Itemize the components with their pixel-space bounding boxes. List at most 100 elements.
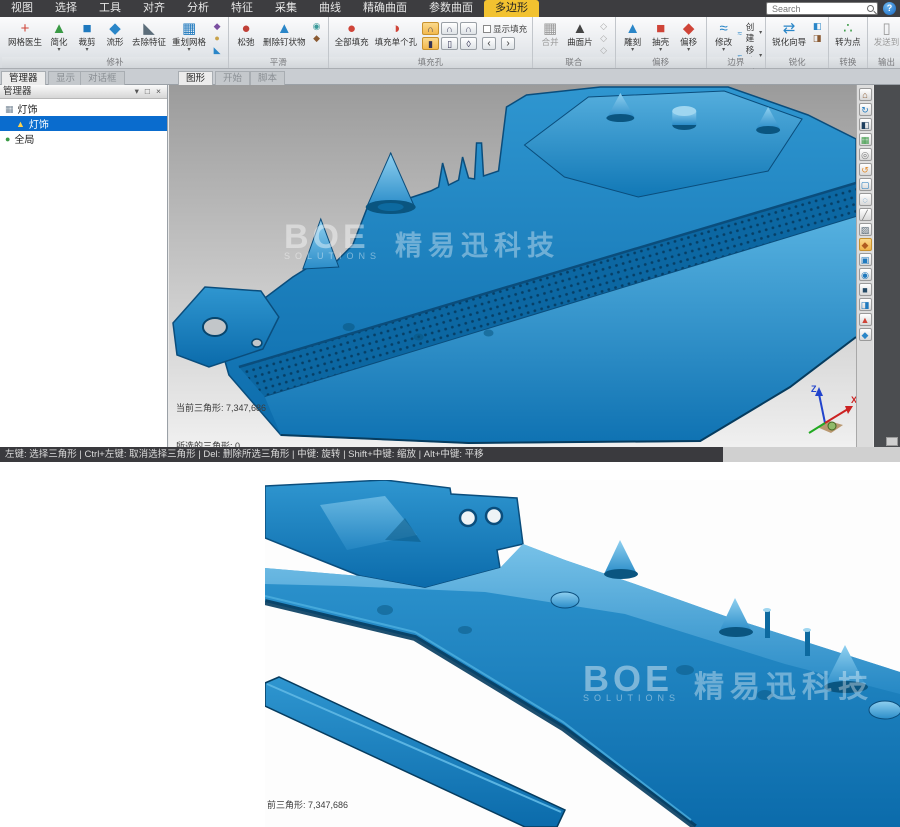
mesh-doctor-button[interactable]: + 网格医生 <box>5 19 45 48</box>
menu-curves[interactable]: 曲线 <box>308 0 352 17</box>
view-tool-icon-13[interactable]: ◉ <box>859 268 872 281</box>
menu-exact-surface[interactable]: 精确曲面 <box>352 0 418 17</box>
menu-capture[interactable]: 采集 <box>264 0 308 17</box>
search-input[interactable] <box>770 3 867 15</box>
fill-options-cluster: ∩ ∩ ∩ 显示填充 ▮ ▯ ◊ ‹ › <box>420 19 529 53</box>
panel-dropdown-icon[interactable]: ▾ <box>132 85 142 98</box>
ribbon-group-offset: ▲ 雕刻 ▾ ■ 抽壳 ▾ ◆ 偏移 ▾ 偏移 <box>616 17 707 68</box>
view-tool-icon-15[interactable]: ◨ <box>859 298 872 311</box>
shell-button[interactable]: ■ 抽壳 ▾ <box>647 19 675 54</box>
dropdown-arrow-icon: ▾ <box>659 47 662 53</box>
current-triangles: 当前三角形: 7,347,686 <box>176 402 266 415</box>
view-tool-icon-11[interactable]: ◆ <box>859 238 872 251</box>
view-tool-icon-1[interactable]: ⌂ <box>859 88 872 101</box>
dropdown-arrow-icon: ▾ <box>86 47 89 53</box>
tree-item-lamp-selected[interactable]: ▲ 灯饰 <box>0 116 167 131</box>
remove-spikes-button[interactable]: ▲ 删除钉状物 <box>260 19 309 48</box>
fill-mode-toggle[interactable]: ▯ <box>441 37 458 50</box>
globe-icon: ● <box>5 134 10 144</box>
modify-boundary-button[interactable]: ≈ 修改 ▾ <box>710 19 738 54</box>
panel-pin-icon[interactable]: □ <box>142 85 153 98</box>
view-tool-icon-14[interactable]: ■ <box>859 283 872 296</box>
show-fill-checkbox[interactable] <box>483 25 491 33</box>
remove-features-button[interactable]: ◣ 去除特征 <box>129 19 169 48</box>
repair-mini-tool-icon[interactable]: ◣ <box>210 45 224 56</box>
offset-button[interactable]: ◆ 偏移 ▾ <box>675 19 703 54</box>
combine-mini-tool-icon: ◇ <box>597 21 611 32</box>
decimate-button[interactable]: ▲ 简化 ▾ <box>45 19 73 54</box>
patch-button[interactable]: ▲ 曲面片 <box>564 19 596 48</box>
ribbon-button-label: 锐化向导 <box>772 38 806 47</box>
prev-hole-button[interactable]: ‹ <box>482 37 496 50</box>
tab-graphics[interactable]: 图形 <box>178 71 213 85</box>
remesh-button[interactable]: ▦ 重划网格 ▾ <box>169 19 209 54</box>
view-tool-icon-9[interactable]: ╱ <box>859 208 872 221</box>
menu-view[interactable]: 视图 <box>0 0 44 17</box>
viewport-3d[interactable]: BOE SOLUTIONS 精易迅科技 当前三角形: 7,347,686 所选的… <box>169 85 856 447</box>
view-tool-icon-10[interactable]: ▨ <box>859 223 872 236</box>
view-tool-icon-7[interactable]: ▢ <box>859 178 872 191</box>
tree-item-global[interactable]: ● 全局 <box>0 131 167 146</box>
repair-mini-tool-icon[interactable]: ● <box>210 33 224 44</box>
view-tool-icon-12[interactable]: ▣ <box>859 253 872 266</box>
tab-start[interactable]: 开始 <box>215 71 250 85</box>
fill-mode-toggle[interactable]: ◊ <box>460 37 477 50</box>
fill-mode-toggle[interactable]: ▮ <box>422 37 439 50</box>
group-label: 转换 <box>829 57 867 68</box>
menu-align[interactable]: 对齐 <box>132 0 176 17</box>
relax-icon: ● <box>242 20 251 38</box>
create-boundary-button[interactable]: ≈ 创建 ▾ <box>738 22 763 44</box>
sharpen-mini-tool-icon[interactable]: ◨ <box>810 33 824 44</box>
smooth-mini-tool-icon[interactable]: ◆ <box>310 33 324 44</box>
ribbon-button-label: 流形 <box>107 38 124 47</box>
convert-to-points-button[interactable]: ∴ 转为点 <box>832 19 864 48</box>
manifold-button[interactable]: ◆ 流形 <box>101 19 129 48</box>
view-tool-icon-17[interactable]: ◆ <box>859 328 872 341</box>
view-tool-icon-4[interactable]: ▦ <box>859 133 872 146</box>
smooth-mini-tool-icon[interactable]: ◉ <box>310 21 324 32</box>
view-tool-icon-8[interactable]: ◌ <box>859 193 872 206</box>
resize-grip[interactable] <box>886 437 898 446</box>
tab-display[interactable]: 显示 <box>48 71 83 85</box>
trim-button[interactable]: ■ 裁剪 ▾ <box>73 19 101 54</box>
repair-mini-tool-icon[interactable]: ◆ <box>210 21 224 32</box>
ribbon-button-label: 网格医生 <box>8 38 42 47</box>
sharpen-mini-tool-icon[interactable]: ◧ <box>810 21 824 32</box>
zoomed-model-mesh[interactable] <box>265 480 900 827</box>
hole-type-toggle[interactable]: ∩ <box>422 22 439 35</box>
view-tool-icon-16[interactable]: ▲ <box>859 313 872 326</box>
relax-button[interactable]: ● 松弛 <box>232 19 260 48</box>
tree-item-label: 灯饰 <box>29 116 49 131</box>
tab-manager[interactable]: 管理器 <box>1 71 46 85</box>
fill-single-button[interactable]: ◑ 填充单个孔 <box>372 19 421 48</box>
hole-type-toggle[interactable]: ∩ <box>441 22 458 35</box>
tree-item-lamp[interactable]: ▦ 灯饰 <box>0 101 167 116</box>
model-manager-panel: 管理器 ▾ □ × ▦ 灯饰 ▲ 灯饰 ● 全局 <box>0 85 168 447</box>
ribbon-button-label: 合并 <box>542 38 559 47</box>
view-tool-icon-3[interactable]: ◧ <box>859 118 872 131</box>
ribbon-button-label: 抽壳 <box>652 38 669 47</box>
view-tool-icon-2[interactable]: ↻ <box>859 103 872 116</box>
menu-select[interactable]: 选择 <box>44 0 88 17</box>
ribbon-button-label: 填充单个孔 <box>375 38 418 47</box>
view-tool-icon-5[interactable]: ◎ <box>859 148 872 161</box>
menu-features[interactable]: 特征 <box>220 0 264 17</box>
model-mesh[interactable] <box>169 85 856 447</box>
send-to-button: ▯ 发送到 <box>871 19 900 48</box>
decimate-icon: ▲ <box>52 20 67 38</box>
view-tool-icon-6[interactable]: ↺ <box>859 163 872 176</box>
menu-tools[interactable]: 工具 <box>88 0 132 17</box>
menu-analysis[interactable]: 分析 <box>176 0 220 17</box>
sculpt-button[interactable]: ▲ 雕刻 ▾ <box>619 19 647 54</box>
tab-dialog[interactable]: 对话框 <box>80 71 125 85</box>
fill-all-button[interactable]: ● 全部填充 <box>332 19 372 48</box>
hole-type-toggle[interactable]: ∩ <box>460 22 477 35</box>
search-box[interactable] <box>766 2 878 15</box>
help-icon[interactable]: ? <box>883 2 896 15</box>
menu-param-surface[interactable]: 参数曲面 <box>418 0 484 17</box>
next-hole-button[interactable]: › <box>501 37 515 50</box>
tab-script[interactable]: 脚本 <box>250 71 285 85</box>
sharpen-wizard-button[interactable]: ⇄ 锐化向导 <box>769 19 809 48</box>
panel-close-icon[interactable]: × <box>153 85 164 98</box>
menu-polygons-active[interactable]: 多边形 <box>484 0 539 17</box>
